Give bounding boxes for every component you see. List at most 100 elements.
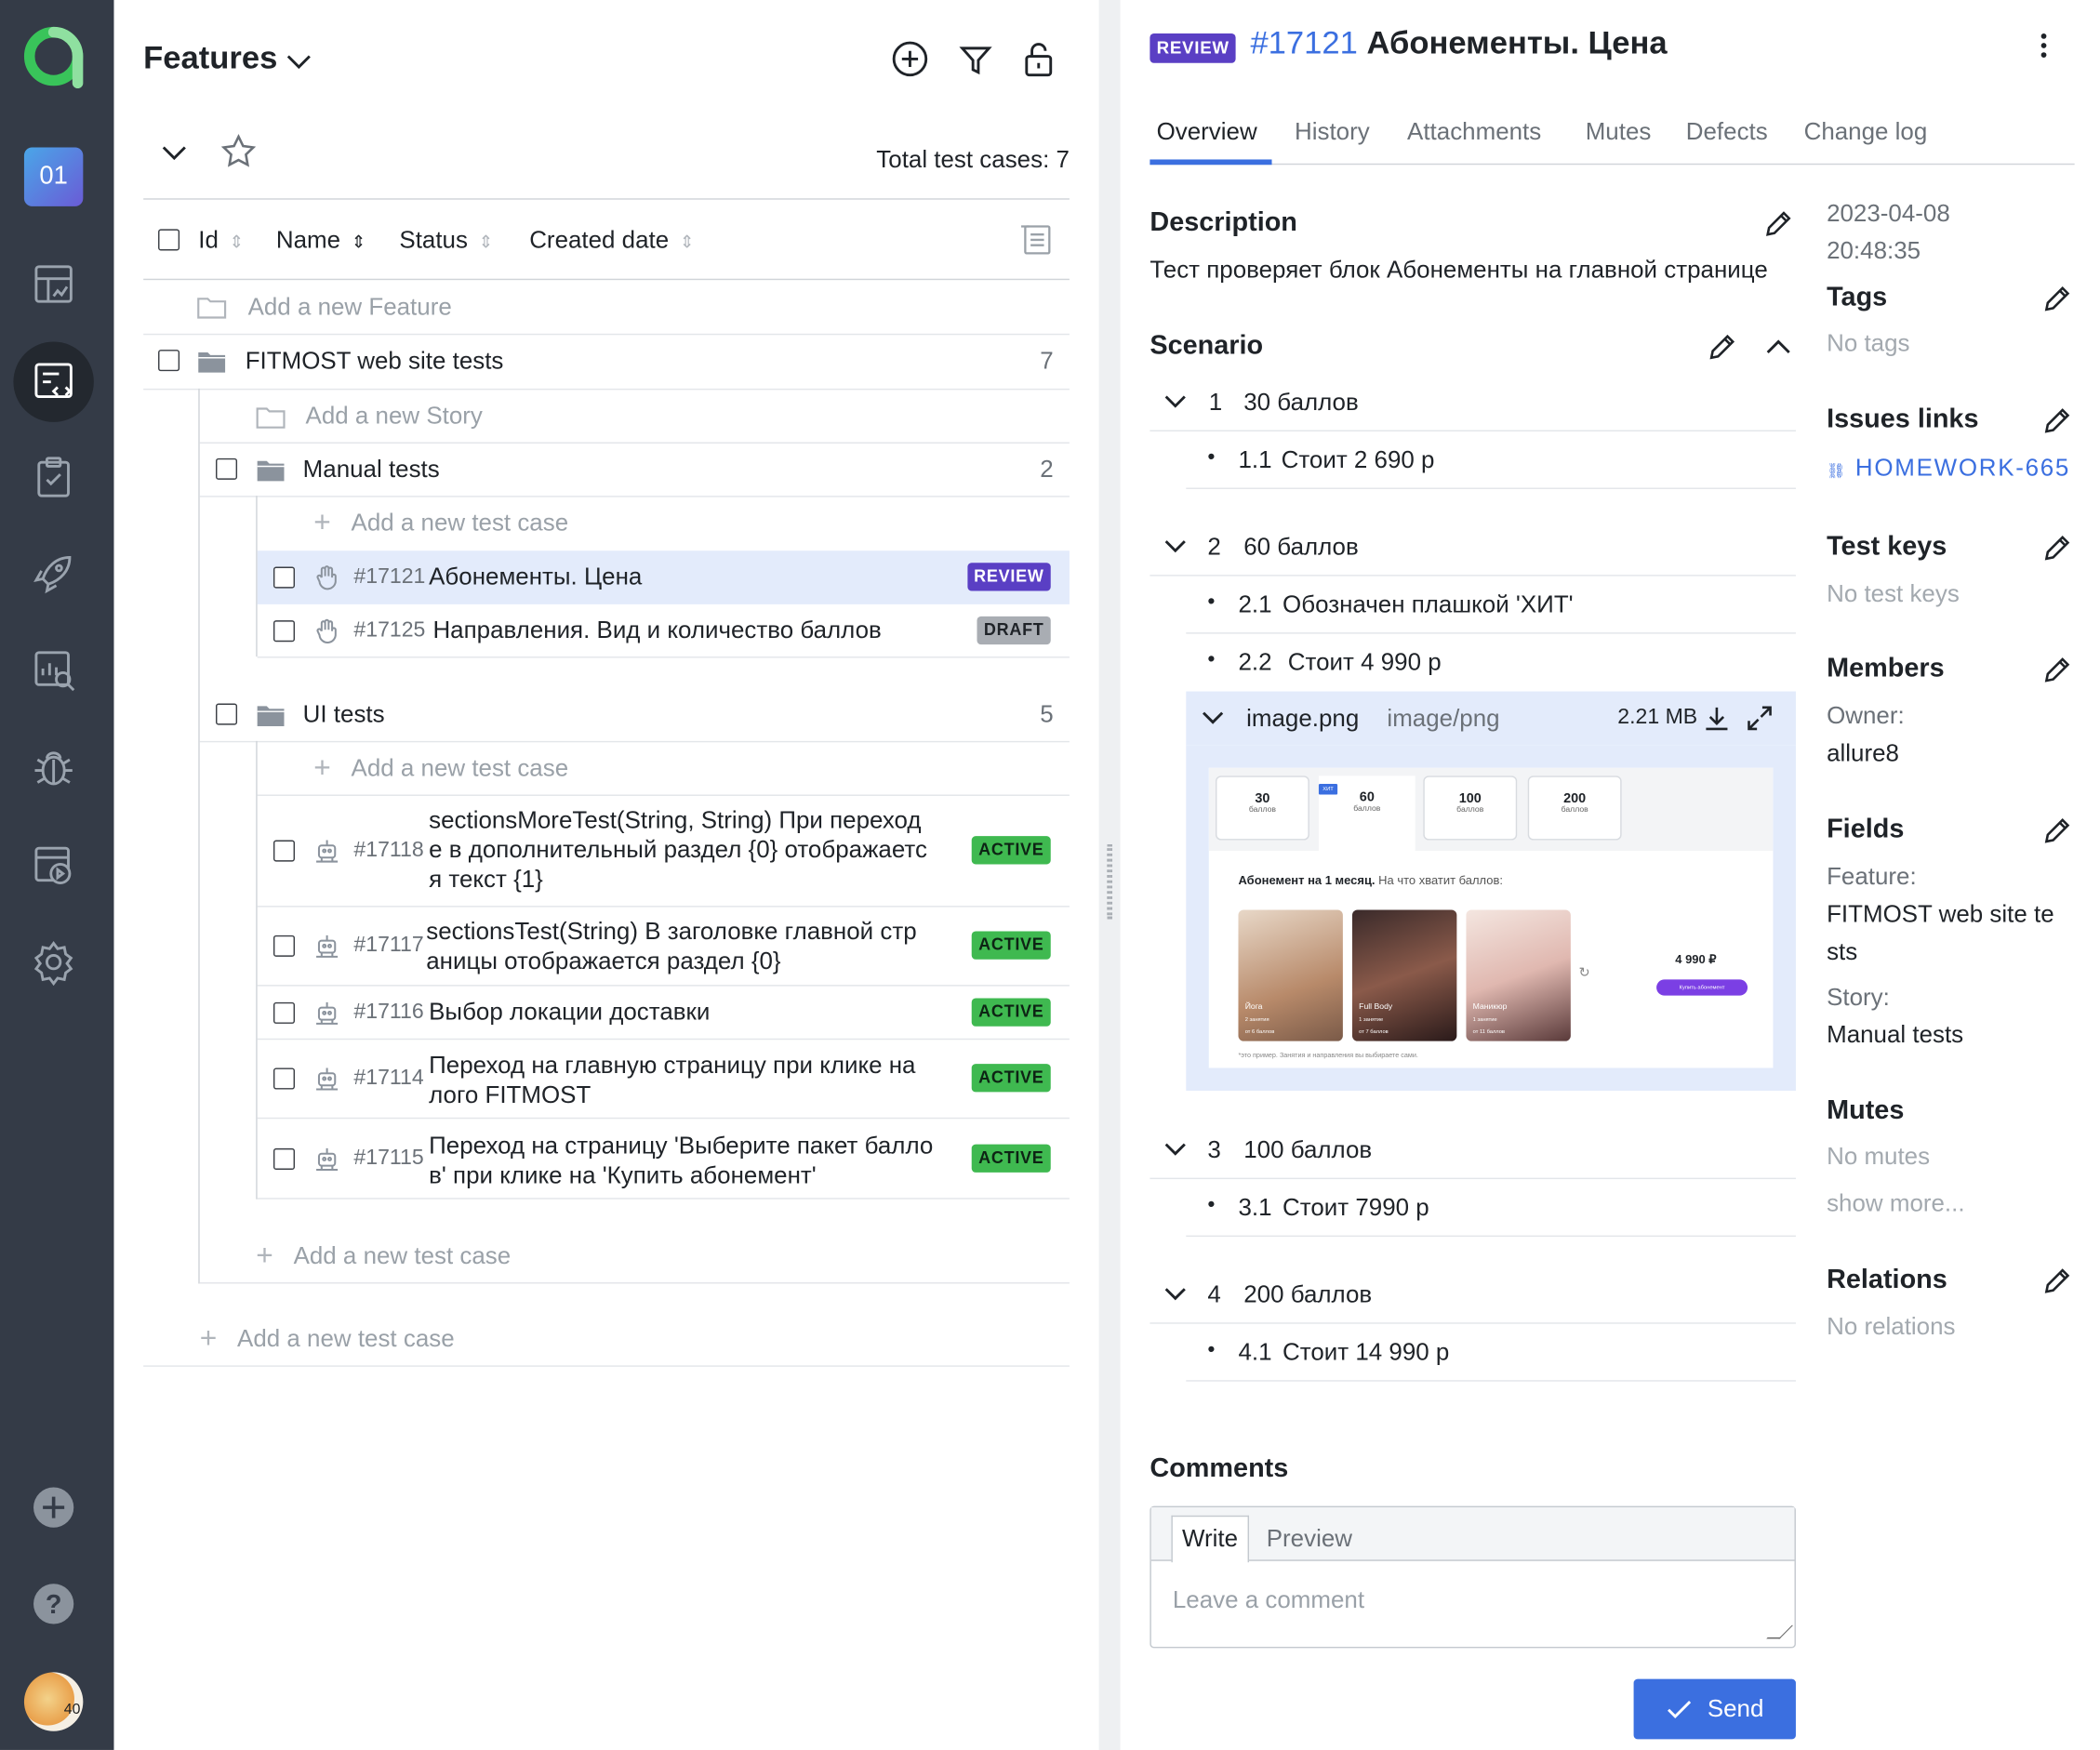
expand-icon[interactable]: [1745, 704, 1774, 734]
edit-relations-icon[interactable]: [2042, 1266, 2072, 1296]
story-checkbox[interactable]: [216, 703, 238, 725]
chevron-down-icon[interactable]: [1200, 705, 1227, 732]
case-name: Переход на главную страницу при клике на…: [429, 1051, 915, 1109]
description-text: Тест проверяет блок Абонементы на главно…: [1150, 256, 1768, 284]
col-name[interactable]: Name ⇕: [276, 227, 366, 255]
story-row-manual[interactable]: Manual tests 2: [200, 444, 1070, 497]
avatar[interactable]: 40: [23, 1672, 84, 1731]
comment-tab-write[interactable]: Write: [1171, 1515, 1249, 1563]
case-checkbox[interactable]: [272, 840, 296, 862]
step-chevron-icon[interactable]: [1162, 1136, 1189, 1163]
analytics-icon[interactable]: [30, 646, 78, 695]
test-case-row[interactable]: #17117 sectionsTest(String) В заголовке …: [258, 908, 1070, 986]
comment-input[interactable]: Leave a comment: [1173, 1586, 1364, 1614]
col-name-label: Name: [275, 226, 341, 254]
jobs-icon[interactable]: [30, 842, 78, 890]
edit-description-icon[interactable]: [1763, 209, 1793, 239]
add-case-row[interactable]: + Add a new test case: [258, 742, 1070, 796]
edit-members-icon[interactable]: [2042, 656, 2072, 685]
add-circle-icon[interactable]: [891, 40, 928, 77]
package-card: 30 баллов: [1215, 776, 1309, 841]
project-badge[interactable]: 01: [23, 147, 84, 206]
send-button[interactable]: Send: [1633, 1678, 1796, 1740]
case-checkbox[interactable]: [272, 566, 296, 589]
step-chevron-icon[interactable]: [1162, 534, 1189, 561]
filter-icon[interactable]: [958, 43, 992, 77]
allure-logo[interactable]: [21, 24, 86, 89]
tab-overview[interactable]: Overview: [1157, 118, 1257, 146]
panel-splitter[interactable]: [1098, 0, 1121, 1750]
launches-icon[interactable]: [30, 550, 78, 598]
dashboard-icon[interactable]: [30, 260, 78, 309]
download-icon[interactable]: [1702, 704, 1732, 734]
package-unit: баллов: [1353, 805, 1381, 814]
case-checkbox[interactable]: [272, 1147, 296, 1170]
edit-issues-icon[interactable]: [2042, 406, 2072, 436]
test-case-row[interactable]: #17116 Выбор локации доставки ACTIVE: [258, 987, 1070, 1041]
add-story-row[interactable]: Add a new Story: [200, 390, 1070, 444]
chevron-down-icon[interactable]: [284, 48, 313, 75]
story-row-ui[interactable]: UI tests 5: [200, 689, 1070, 743]
add-case-row[interactable]: + Add a new test case: [258, 497, 1070, 551]
case-checkbox[interactable]: [272, 935, 296, 957]
test-case-row[interactable]: #17125 Направления. Вид и количество бал…: [258, 604, 1070, 658]
package-card: 200 баллов: [1527, 776, 1622, 841]
edit-test-keys-icon[interactable]: [2042, 534, 2072, 563]
resize-handle-icon[interactable]: [1766, 1624, 1794, 1639]
test-case-row[interactable]: #17118 sectionsMoreTest(String, String) …: [258, 796, 1070, 906]
manual-hand-icon: [316, 565, 337, 590]
attachment-preview[interactable]: 30 баллов 60 баллов ХИТ 100 баллов 200 б…: [1186, 745, 1796, 1091]
issue-link[interactable]: ⛓ HOMEWORK-665: [1827, 454, 2070, 482]
step-chevron-icon[interactable]: [1162, 1281, 1189, 1308]
test-case-row[interactable]: #17121 Абонементы. Цена REVIEW: [257, 550, 1070, 604]
tree-title[interactable]: Features: [143, 40, 277, 77]
hit-badge: ХИТ: [1318, 783, 1338, 795]
feature-checkbox[interactable]: [158, 350, 180, 372]
edit-scenario-icon[interactable]: [1708, 332, 1737, 362]
step-chevron-icon[interactable]: [1162, 389, 1189, 416]
comment-box: Write Preview Leave a comment: [1150, 1505, 1796, 1649]
more-menu-icon[interactable]: [2030, 30, 2057, 62]
case-checkbox[interactable]: [272, 620, 296, 643]
preview-note: *это пример. Занятия и направления вы вы…: [1238, 1052, 1418, 1060]
show-more-link[interactable]: show more...: [1827, 1190, 1964, 1218]
edit-tags-icon[interactable]: [2042, 284, 2072, 313]
test-plans-icon[interactable]: [30, 453, 78, 501]
col-created[interactable]: Created date ⇕: [529, 227, 694, 255]
test-cases-nav[interactable]: [13, 341, 94, 422]
col-status[interactable]: Status ⇕: [399, 227, 493, 255]
add-case-row[interactable]: + Add a new test case: [143, 1313, 1070, 1367]
columns-settings-icon[interactable]: [1020, 222, 1055, 257]
collapse-all-icon[interactable]: [159, 139, 189, 166]
help-icon[interactable]: ?: [30, 1580, 78, 1628]
drag-handle-icon[interactable]: [1107, 843, 1113, 920]
tab-change-log[interactable]: Change log: [1804, 118, 1928, 146]
add-case-row[interactable]: + Add a new test case: [200, 1230, 1070, 1284]
edit-fields-icon[interactable]: [2042, 816, 2072, 846]
status-badge: ACTIVE: [971, 1144, 1051, 1173]
comment-tab-preview[interactable]: Preview: [1267, 1525, 1352, 1553]
defects-icon[interactable]: [30, 744, 78, 792]
story-checkbox[interactable]: [216, 457, 238, 480]
members-heading: Members: [1827, 654, 1945, 683]
tab-attachments[interactable]: Attachments: [1407, 118, 1541, 146]
star-icon[interactable]: [220, 134, 257, 168]
class-card-sub: от 6 баллов: [1244, 1027, 1275, 1035]
add-icon[interactable]: [30, 1483, 78, 1531]
chevron-up-icon[interactable]: [1763, 334, 1793, 361]
settings-icon[interactable]: [30, 938, 78, 987]
case-checkbox[interactable]: [272, 1001, 296, 1024]
test-keys-value: No test keys: [1827, 579, 1960, 607]
add-feature-row[interactable]: Add a new Feature: [143, 280, 1070, 334]
test-case-row[interactable]: #17115 Переход на страницу 'Выберите пак…: [258, 1120, 1070, 1199]
unlock-icon[interactable]: [1022, 40, 1055, 77]
case-checkbox[interactable]: [272, 1067, 296, 1090]
test-case-row[interactable]: #17114 Переход на главную страницу при к…: [258, 1040, 1070, 1118]
feature-row[interactable]: FITMOST web site tests 7: [143, 335, 1070, 389]
tab-mutes[interactable]: Mutes: [1586, 118, 1652, 146]
col-id[interactable]: Id ⇕: [198, 227, 244, 255]
tab-history[interactable]: History: [1295, 118, 1370, 146]
select-all-checkbox[interactable]: [158, 229, 180, 251]
tab-defects[interactable]: Defects: [1686, 118, 1768, 146]
attachment-header[interactable]: image.png image/png 2.21 MB: [1186, 691, 1796, 746]
